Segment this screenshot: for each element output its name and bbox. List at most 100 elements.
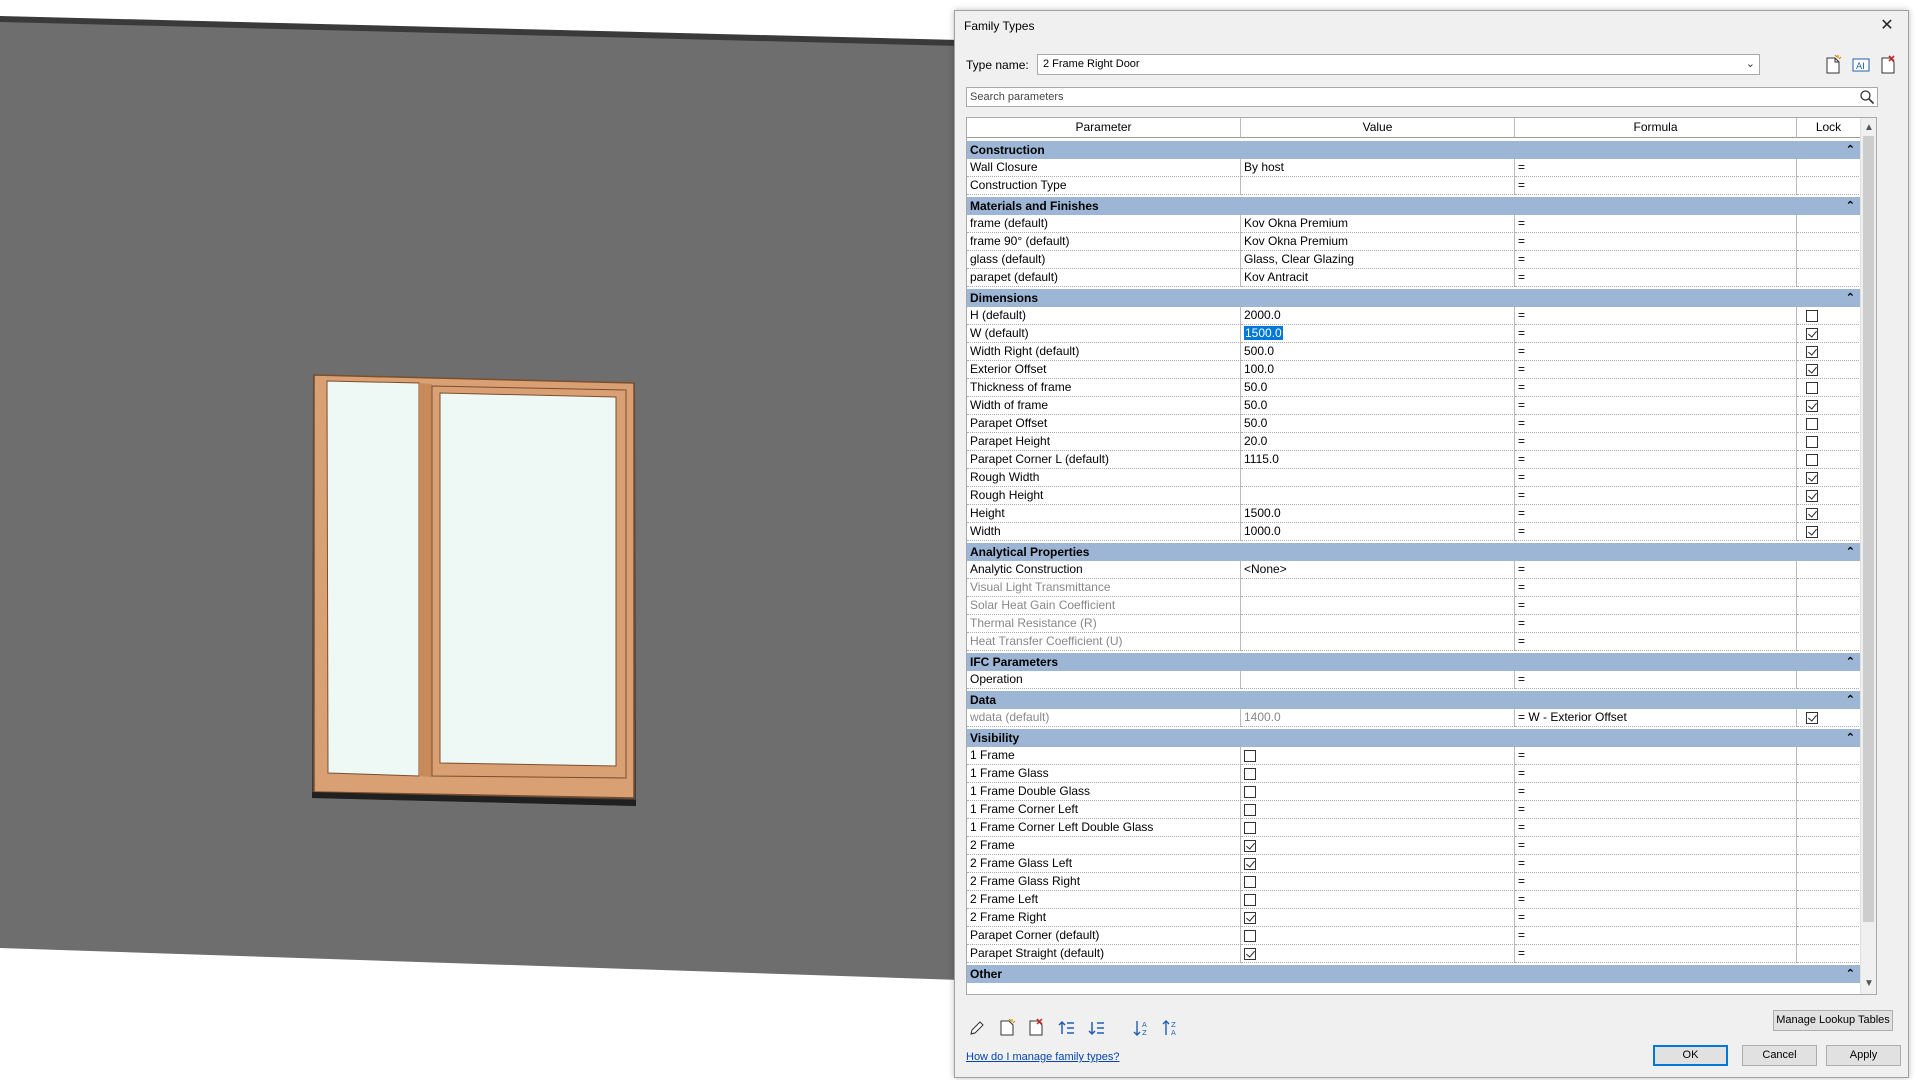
parameter-formula[interactable]: = W - Exterior Offset [1515, 709, 1797, 727]
parameter-value-cell[interactable]: Kov Okna Premium [1241, 233, 1515, 251]
parameter-value-cell[interactable]: 100.0 [1241, 361, 1515, 379]
parameter-value[interactable]: 2000.0 [1244, 308, 1281, 322]
parameter-lock-cell[interactable] [1797, 415, 1861, 433]
lock-checkbox[interactable] [1806, 490, 1818, 502]
value-checkbox[interactable] [1244, 858, 1256, 870]
lock-checkbox[interactable] [1806, 472, 1818, 484]
parameters-grid[interactable]: Parameter Value Formula Lock Constructio… [966, 117, 1877, 995]
collapse-icon[interactable]: ⌃ [1846, 543, 1855, 561]
parameter-row[interactable]: Parapet Straight (default) = [967, 945, 1861, 963]
edit-parameter-icon[interactable] [967, 1018, 987, 1038]
parameter-row[interactable]: 1 Frame Corner Left Double Glass = [967, 819, 1861, 837]
parameter-value-cell[interactable] [1241, 579, 1515, 597]
parameter-row[interactable]: 1 Frame Double Glass = [967, 783, 1861, 801]
lock-checkbox[interactable] [1806, 346, 1818, 358]
move-down-icon[interactable] [1087, 1018, 1107, 1038]
parameter-row[interactable]: Rough Width = [967, 469, 1861, 487]
parameter-formula[interactable]: = [1515, 487, 1797, 505]
collapse-icon[interactable]: ⌃ [1846, 691, 1855, 709]
section-header-construction[interactable]: Construction ⌃ [967, 141, 1861, 159]
parameter-row[interactable]: 1 Frame Corner Left = [967, 801, 1861, 819]
parameter-row[interactable]: Exterior Offset 100.0 = [967, 361, 1861, 379]
parameter-value-cell[interactable] [1241, 469, 1515, 487]
vertical-scrollbar[interactable]: ▲ ▼ [1860, 118, 1876, 994]
parameter-lock-cell[interactable] [1797, 709, 1861, 727]
section-header-visibility[interactable]: Visibility ⌃ [967, 729, 1861, 747]
parameter-row[interactable]: Parapet Corner L (default) 1115.0 = [967, 451, 1861, 469]
parameter-value[interactable]: Glass, Clear Glazing [1244, 252, 1354, 266]
parameter-value-cell[interactable] [1241, 801, 1515, 819]
parameter-formula[interactable]: = [1515, 505, 1797, 523]
collapse-icon[interactable]: ⌃ [1846, 289, 1855, 307]
parameter-value[interactable]: 50.0 [1244, 380, 1267, 394]
value-checkbox[interactable] [1244, 948, 1256, 960]
parameter-value-cell[interactable] [1241, 891, 1515, 909]
scroll-up-icon[interactable]: ▲ [1861, 120, 1876, 136]
parameter-value-cell[interactable]: 1115.0 [1241, 451, 1515, 469]
parameter-row[interactable]: parapet (default) Kov Antracit = [967, 269, 1861, 287]
parameter-lock-cell[interactable] [1797, 343, 1861, 361]
collapse-icon[interactable]: ⌃ [1846, 653, 1855, 671]
move-up-icon[interactable] [1057, 1018, 1077, 1038]
parameter-value[interactable]: Kov Okna Premium [1244, 216, 1348, 230]
parameter-row[interactable]: 1 Frame = [967, 747, 1861, 765]
parameter-row[interactable]: Width Right (default) 500.0 = [967, 343, 1861, 361]
lock-checkbox[interactable] [1806, 328, 1818, 340]
3d-model-canvas[interactable] [0, 0, 960, 1080]
left-glass-pane[interactable] [326, 380, 420, 777]
parameter-formula[interactable]: = [1515, 159, 1797, 177]
help-link[interactable]: How do I manage family types? [966, 1051, 1119, 1063]
parameter-formula[interactable]: = [1515, 633, 1797, 651]
scroll-down-icon[interactable]: ▼ [1861, 976, 1876, 992]
parameter-formula[interactable]: = [1515, 747, 1797, 765]
parameter-lock-cell[interactable] [1797, 325, 1861, 343]
parameter-value-cell[interactable] [1241, 765, 1515, 783]
parameter-lock-cell[interactable] [1797, 397, 1861, 415]
parameter-value-cell[interactable]: 1400.0 [1241, 709, 1515, 727]
parameter-row[interactable]: glass (default) Glass, Clear Glazing = [967, 251, 1861, 269]
parameter-row[interactable]: 2 Frame Left = [967, 891, 1861, 909]
parameter-value-cell[interactable] [1241, 747, 1515, 765]
parameter-value[interactable]: 50.0 [1244, 398, 1267, 412]
parameter-formula[interactable]: = [1515, 561, 1797, 579]
parameter-value[interactable]: <None> [1244, 562, 1287, 576]
parameter-formula[interactable]: = [1515, 891, 1797, 909]
parameter-value[interactable]: By host [1244, 160, 1284, 174]
parameter-row[interactable]: 1 Frame Glass = [967, 765, 1861, 783]
type-name-select[interactable]: 2 Frame Right Door ⌄ [1037, 54, 1760, 75]
parameter-value-cell[interactable]: 20.0 [1241, 433, 1515, 451]
parameter-formula[interactable]: = [1515, 909, 1797, 927]
parameter-value-cell[interactable]: <None> [1241, 561, 1515, 579]
parameter-formula[interactable]: = [1515, 379, 1797, 397]
ok-button[interactable]: OK [1653, 1045, 1728, 1066]
value-checkbox[interactable] [1244, 822, 1256, 834]
value-checkbox[interactable] [1244, 930, 1256, 942]
value-checkbox[interactable] [1244, 894, 1256, 906]
parameter-value[interactable]: 1115.0 [1244, 452, 1279, 466]
lock-checkbox[interactable] [1806, 310, 1818, 322]
parameter-lock-cell[interactable] [1797, 469, 1861, 487]
cancel-button[interactable]: Cancel [1742, 1045, 1817, 1066]
parameter-row[interactable]: 2 Frame = [967, 837, 1861, 855]
collapse-icon[interactable]: ⌃ [1846, 729, 1855, 747]
parameter-row[interactable]: 2 Frame Right = [967, 909, 1861, 927]
parameter-formula[interactable]: = [1515, 451, 1797, 469]
parameter-formula[interactable]: = [1515, 361, 1797, 379]
parameter-value-cell[interactable] [1241, 819, 1515, 837]
parameter-row[interactable]: Height 1500.0 = [967, 505, 1861, 523]
header-formula[interactable]: Formula [1515, 118, 1797, 138]
new-type-icon[interactable] [1822, 54, 1844, 76]
parameter-value[interactable]: 20.0 [1244, 434, 1267, 448]
parameter-formula[interactable]: = [1515, 765, 1797, 783]
parameter-value-cell[interactable] [1241, 873, 1515, 891]
parameter-value-cell[interactable] [1241, 671, 1515, 689]
parameter-formula[interactable]: = [1515, 233, 1797, 251]
delete-parameter-icon[interactable] [1026, 1018, 1046, 1038]
parameter-lock-cell[interactable] [1797, 379, 1861, 397]
parameter-formula[interactable]: = [1515, 397, 1797, 415]
parameter-value-cell[interactable] [1241, 615, 1515, 633]
lock-checkbox[interactable] [1806, 712, 1818, 724]
parameter-value[interactable]: 1400.0 [1244, 710, 1281, 724]
parameter-formula[interactable]: = [1515, 837, 1797, 855]
parameter-formula[interactable]: = [1515, 783, 1797, 801]
